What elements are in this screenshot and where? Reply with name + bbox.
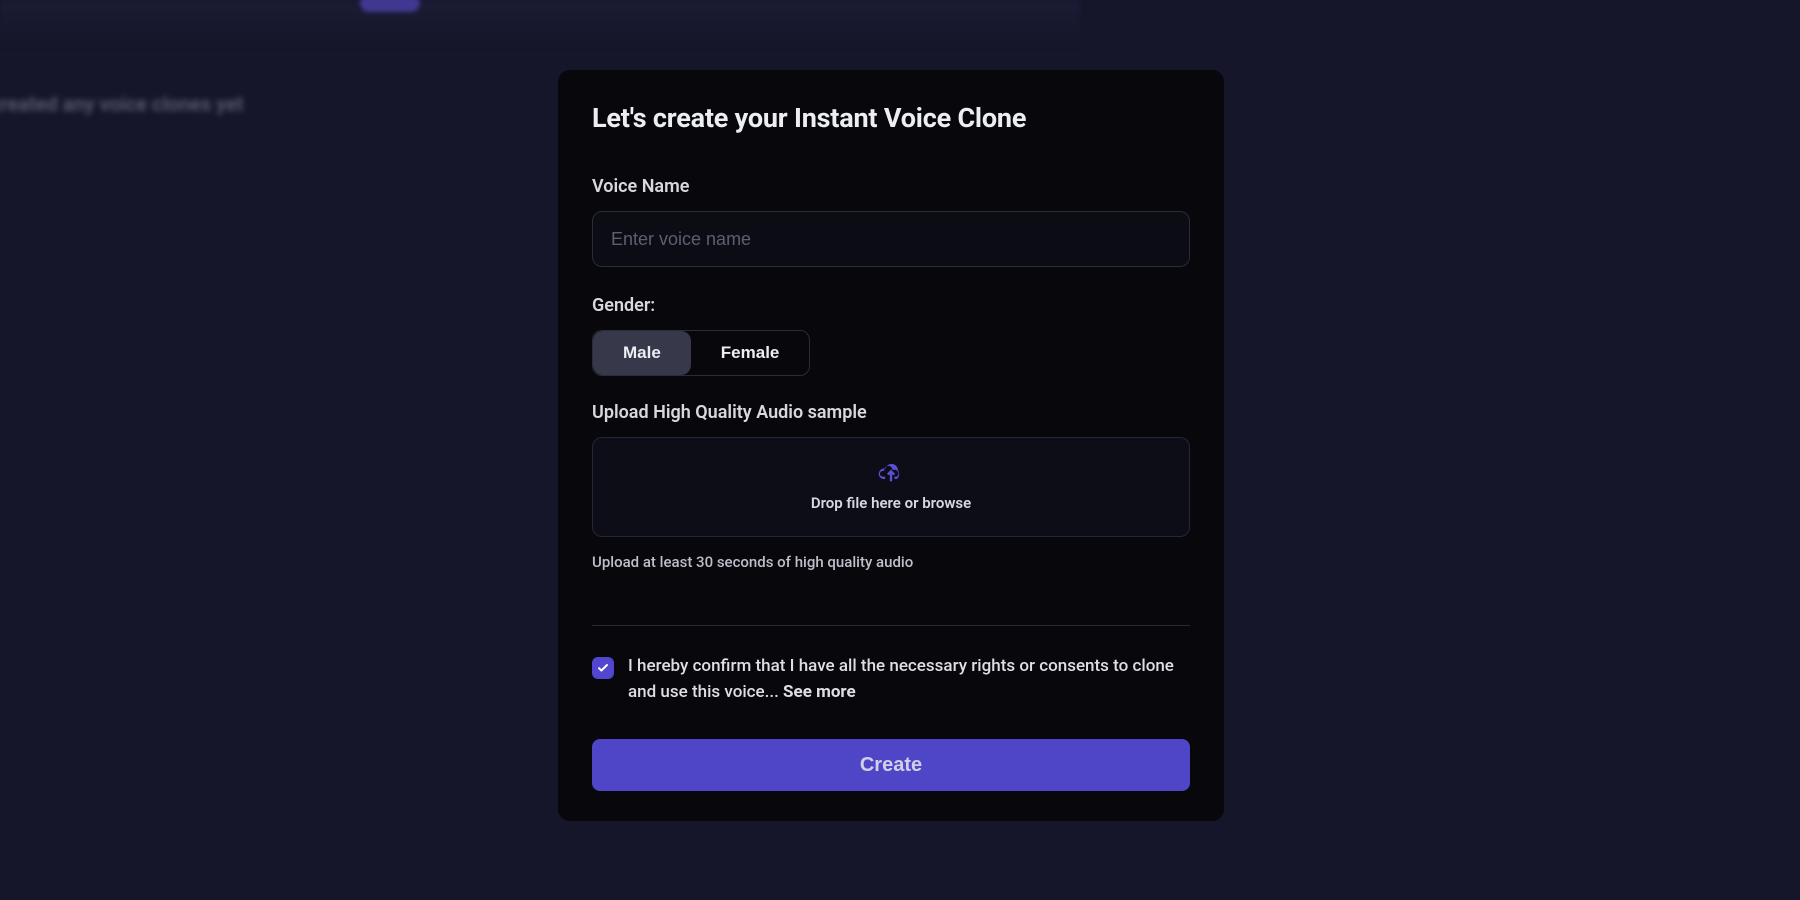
upload-label: Upload High Quality Audio sample bbox=[592, 402, 1190, 423]
gender-option-male[interactable]: Male bbox=[593, 331, 691, 375]
background-top-fade bbox=[0, 0, 1080, 50]
cloud-upload-icon bbox=[877, 460, 905, 484]
check-icon bbox=[597, 662, 609, 674]
see-more-link[interactable]: See more bbox=[783, 682, 856, 702]
dropzone-text: Drop file here or browse bbox=[811, 494, 971, 512]
gender-option-female[interactable]: Female bbox=[691, 331, 810, 375]
gender-segmented-control: Male Female bbox=[592, 330, 810, 376]
consent-checkbox[interactable] bbox=[592, 657, 614, 679]
gender-label: Gender: bbox=[592, 295, 1190, 316]
consent-text: I hereby confirm that I have all the nec… bbox=[628, 654, 1190, 705]
consent-row: I hereby confirm that I have all the nec… bbox=[592, 654, 1190, 705]
upload-hint: Upload at least 30 seconds of high quali… bbox=[592, 553, 1190, 571]
background-pill-accent bbox=[360, 0, 420, 12]
consent-body: I hereby confirm that I have all the nec… bbox=[628, 656, 1174, 702]
voice-name-input[interactable] bbox=[592, 211, 1190, 267]
modal-title: Let's create your Instant Voice Clone bbox=[592, 102, 1190, 134]
background-hint-text: created any voice clones yet bbox=[0, 92, 243, 116]
voice-name-label: Voice Name bbox=[592, 176, 1190, 197]
create-button[interactable]: Create bbox=[592, 739, 1190, 791]
voice-clone-modal: Let's create your Instant Voice Clone Vo… bbox=[558, 70, 1224, 821]
divider bbox=[592, 625, 1190, 626]
audio-dropzone[interactable]: Drop file here or browse bbox=[592, 437, 1190, 537]
